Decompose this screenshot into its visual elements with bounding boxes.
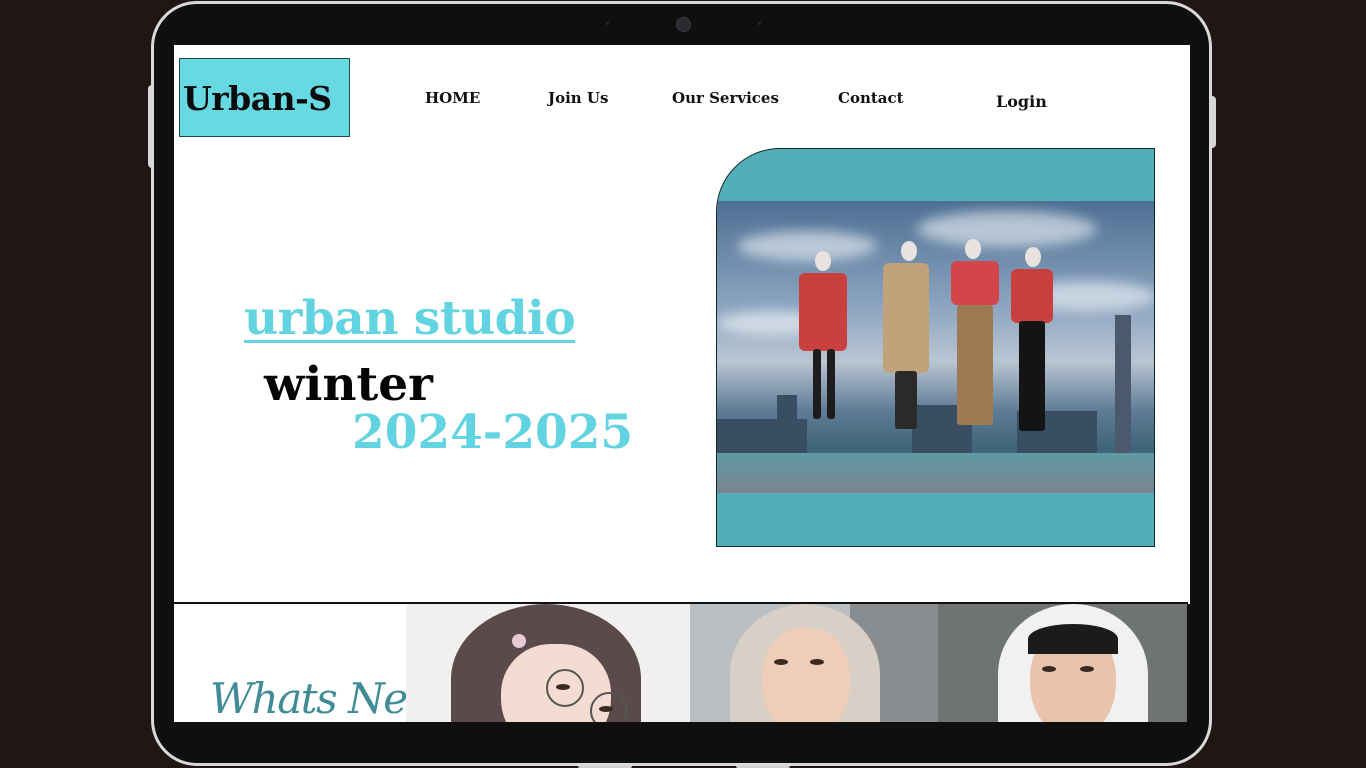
whats-new-panel: Whats New [174,604,443,722]
logo-text: Urban-S [183,79,332,118]
nav-contact[interactable]: Contact [838,89,904,107]
hero-fashion-image [717,201,1154,493]
whats-new-image-1[interactable] [406,604,690,722]
device-sensor [758,22,761,25]
nav-login[interactable]: Login [996,92,1047,111]
nav-join-us[interactable]: Join Us [548,89,608,107]
site-logo[interactable]: Urban-S [179,58,350,137]
hero-season: winter [264,357,433,412]
web-page: Urban-S HOME Join Us Our Services Contac… [174,45,1190,722]
nav-home[interactable]: HOME [425,89,480,107]
nav-our-services[interactable]: Our Services [672,89,779,107]
whats-new-image-3[interactable] [938,604,1187,722]
front-camera-icon [676,17,691,32]
hero-image-frame [716,148,1155,547]
device-sensor [606,22,609,25]
whats-new-right-border [1187,604,1190,722]
whats-new-image-2[interactable] [690,604,938,722]
hero-years: 2024-2025 [352,405,634,460]
hero-title: urban studio [244,291,576,346]
